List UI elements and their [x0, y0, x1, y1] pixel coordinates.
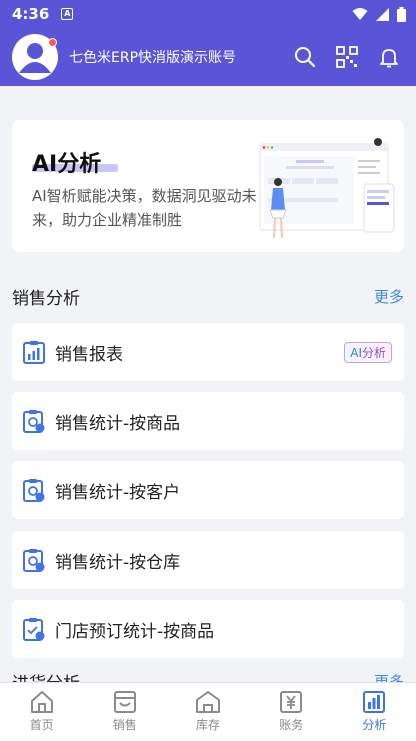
list-item-label: 销售统计-按商品 — [55, 413, 181, 434]
list-item-label: 销售统计-按仓库 — [55, 552, 181, 573]
list-item-sales-by-warehouse[interactable]: 销售统计-按仓库 — [12, 531, 404, 589]
avatar[interactable] — [12, 34, 58, 80]
tab-label: 首页 — [29, 718, 54, 732]
purchase-more-link[interactable]: 更多 — [374, 671, 404, 682]
ai-banner[interactable]: AI分析 AI智析赋能决策，数据洞见驱动未来，助力企业精准制胜 — [12, 120, 404, 252]
tab-home[interactable]: 首页 — [0, 683, 83, 741]
tab-label: 库存 — [196, 718, 221, 732]
tab-label: 分析 — [362, 718, 387, 732]
home-icon — [30, 691, 53, 713]
yen-icon — [280, 691, 303, 713]
bottom-tab-bar: 首页 销售 库存 账务 分析 — [0, 682, 416, 741]
banner-title: AI分析 — [32, 152, 102, 177]
purchase-section-title: 进货分析 — [12, 669, 80, 682]
header-actions — [294, 46, 400, 68]
tab-accounts[interactable]: 账务 — [250, 683, 333, 741]
list-item-label: 销售报表 — [55, 344, 123, 365]
status-right — [352, 6, 406, 22]
analysis-badge-text: 分析 — [361, 345, 386, 360]
tab-label: 销售 — [112, 718, 137, 732]
sales-section-title: 销售分析 — [12, 289, 80, 309]
report-chart-icon — [23, 341, 45, 364]
tab-inventory[interactable]: 库存 — [166, 683, 249, 741]
tab-sales[interactable]: 销售 — [83, 683, 166, 741]
main-content[interactable]: AI分析 AI智析赋能决策，数据洞见驱动未来，助力企业精准制胜 销售分析 更多 — [0, 86, 416, 682]
banner-subtitle: AI智析赋能决策，数据洞见驱动未来，助力企业精准制胜 — [32, 187, 257, 229]
bell-icon[interactable] — [378, 46, 400, 68]
list-item-sales-by-customer[interactable]: 销售统计-按客户 — [12, 461, 404, 519]
clipboard-stats-icon — [23, 410, 45, 433]
list-item-label: 销售统计-按客户 — [55, 482, 181, 503]
battery-icon — [397, 6, 406, 22]
account-title: 七色米ERP快消版演示账号 — [69, 50, 237, 66]
clipboard-stats-icon — [23, 479, 45, 502]
ai-badge-text: AI — [350, 345, 362, 360]
sales-more-link[interactable]: 更多 — [374, 286, 404, 307]
list-item-store-booking-by-product[interactable]: 门店预订统计-按商品 — [12, 600, 404, 658]
notification-a-icon: A — [61, 8, 74, 20]
signal-icon — [376, 7, 389, 21]
store-icon — [113, 691, 136, 713]
status-bar: 4:36 A — [0, 0, 416, 28]
list-item-sales-by-product[interactable]: 销售统计-按商品 — [12, 392, 404, 450]
sales-section-header: 销售分析 更多 — [12, 284, 404, 309]
clipboard-check-icon — [23, 618, 45, 641]
tab-label: 账务 — [279, 718, 304, 732]
purchase-section-header: 进货分析 更多 — [12, 669, 404, 682]
list-item-sales-report[interactable]: 销售报表 AI分析 — [12, 323, 404, 381]
tab-analysis[interactable]: 分析 — [333, 683, 416, 741]
clipboard-stats-icon — [23, 549, 45, 572]
app-header: 七色米ERP快消版演示账号 — [0, 28, 416, 86]
bar-chart-icon — [363, 691, 386, 713]
notification-dot — [48, 38, 57, 47]
qr-code-icon[interactable] — [336, 46, 358, 68]
status-time: 4:36 — [12, 5, 50, 23]
wifi-icon — [352, 8, 368, 20]
search-icon[interactable] — [294, 46, 316, 68]
list-item-label: 门店预订统计-按商品 — [55, 621, 215, 642]
warehouse-icon — [196, 691, 220, 713]
ai-analysis-badge[interactable]: AI分析 — [344, 341, 392, 363]
ai-illustration — [259, 138, 395, 239]
